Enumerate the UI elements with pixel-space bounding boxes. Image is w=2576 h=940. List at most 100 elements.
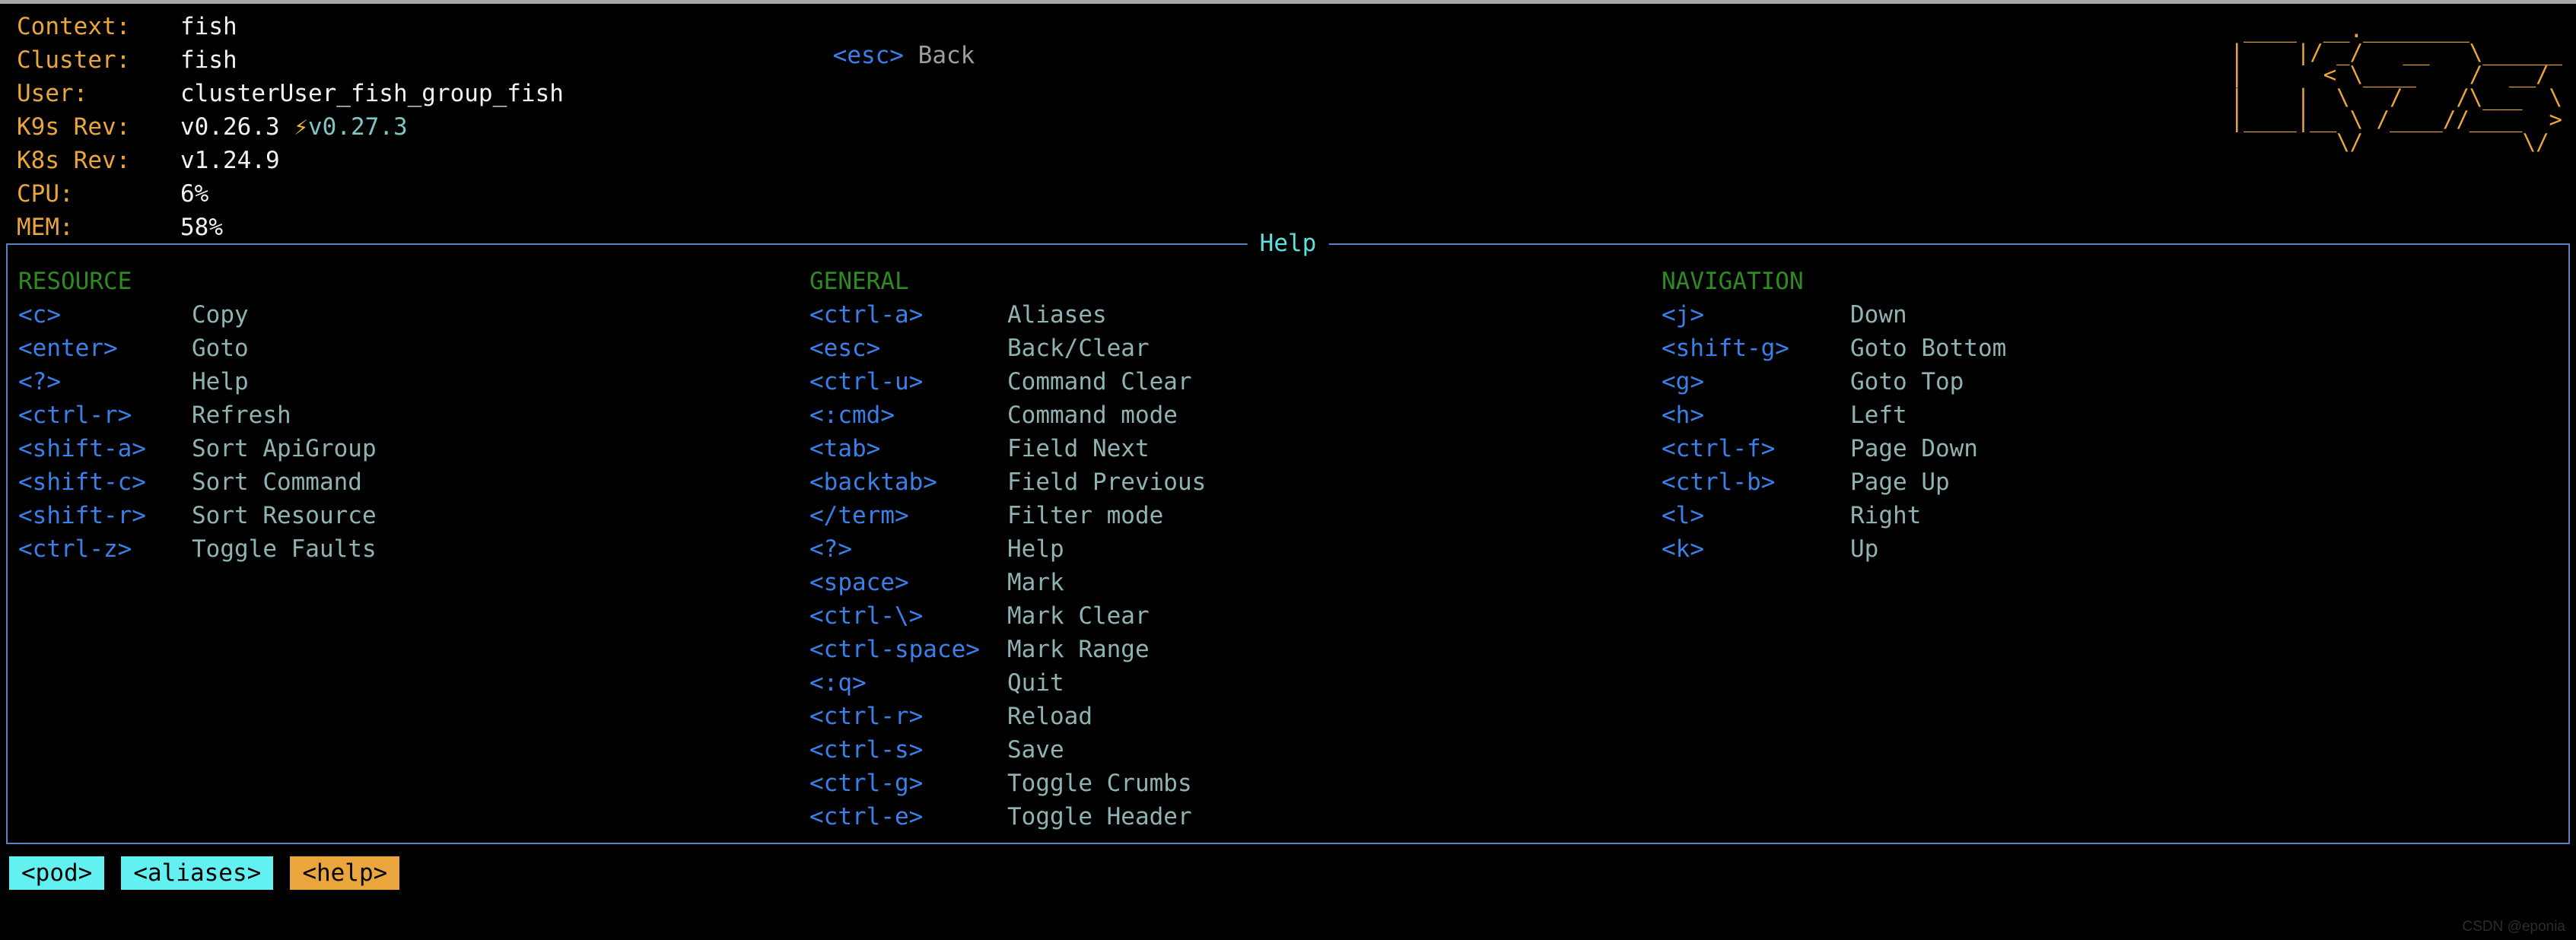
cluster-info-row: User: clusterUser_fish_group_fish [17,77,564,110]
help-hint-row[interactable]: <shift-r> Sort Resource [18,499,799,532]
help-hint-key: <shift-r> [18,502,146,529]
help-hint-key: <ctrl-r> [18,402,132,429]
help-panel-title: Help [1247,228,1329,259]
help-hint-description: Goto Top [1850,368,1964,395]
help-hint-description: Back/Clear [1007,335,1150,362]
help-hint-key: <c> [18,301,61,329]
help-hint-row[interactable]: <ctrl-b> Page Up [1662,465,2503,499]
help-hint-description: Quit [1007,669,1064,697]
help-hint-row[interactable]: <c> Copy [18,298,799,332]
cluster-info-value: 58% [180,214,223,241]
help-hint-row[interactable]: <esc> Back/Clear [809,332,1651,365]
help-hint-row[interactable]: <h> Left [1662,399,2503,432]
help-hint-description: Sort Resource [192,502,377,529]
help-hint-row[interactable]: <shift-a> Sort ApiGroup [18,432,799,465]
cluster-info-row: CPU: 6% [17,177,564,211]
breadcrumb-item[interactable]: <help> [290,856,400,890]
help-hint-description: Up [1850,535,1879,563]
help-hint-description: Command Clear [1007,368,1192,395]
help-hint-row[interactable]: <shift-c> Sort Command [18,465,799,499]
help-hint-row[interactable]: <ctrl-\> Mark Clear [809,599,1651,633]
help-hint-description: Field Previous [1007,468,1207,496]
help-hint-row[interactable]: <backtab> Field Previous [809,465,1651,499]
help-hint-row[interactable]: <l> Right [1662,499,2503,532]
help-column-heading: RESOURCE [18,268,132,295]
help-hint-description: Sort ApiGroup [192,435,377,462]
help-hint-description: Toggle Header [1007,803,1192,830]
cluster-info-value: fish [180,46,237,74]
help-hint-row[interactable]: <shift-g> Goto Bottom [1662,332,2503,365]
help-hint-row[interactable]: <enter> Goto [18,332,799,365]
help-hint-row[interactable]: <ctrl-f> Page Down [1662,432,2503,465]
help-hint-key: <ctrl-b> [1662,468,1776,496]
help-hint-row[interactable]: <j> Down [1662,298,2503,332]
help-hint-key: <ctrl-g> [809,770,924,797]
help-hint-row[interactable]: <ctrl-r> Reload [809,700,1651,733]
breadcrumb-item[interactable]: <pod> [9,856,105,890]
help-hint-description: Left [1850,402,1907,429]
help-hint-row[interactable]: <space> Mark [809,566,1651,599]
help-hint-row[interactable]: <ctrl-z> Toggle Faults [18,532,799,566]
help-column-heading: GENERAL [809,268,909,295]
help-hint-row[interactable]: <tab> Field Next [809,432,1651,465]
cluster-info-label: MEM: [17,214,74,241]
cluster-info-label: Cluster: [17,46,131,74]
help-hint-description: Mark Range [1007,636,1150,663]
help-hint-key: <g> [1662,368,1704,395]
help-hint-key: <enter> [18,335,118,362]
cluster-info-value: fish [180,13,237,40]
help-hint-key: <ctrl-space> [809,636,980,663]
help-hint-key: <ctrl-s> [809,736,924,764]
esc-hint-spacer [904,42,918,69]
help-hint-row[interactable]: <:cmd> Command mode [809,399,1651,432]
help-hint-key: <ctrl-z> [18,535,132,563]
help-hint-row[interactable]: <ctrl-e> Toggle Header [809,800,1651,834]
help-hint-description: Help [192,368,249,395]
watermark: CSDN @eponia [2462,919,2565,935]
help-hint-key: <l> [1662,502,1704,529]
k9s-header: Context: fish Cluster: fish User: clusterUser… [0,4,2576,241]
help-hint-key: <ctrl-a> [809,301,924,329]
help-hint-row[interactable]: <:q> Quit [809,666,1651,700]
help-hint-row[interactable]: <ctrl-space> Mark Range [809,633,1651,666]
help-columns: RESOURCE <c> Copy <enter> Goto <?> Help <ctrl-r… [8,265,2568,862]
help-hint-description: Copy [192,301,249,329]
help-hint-key: <:q> [809,669,867,697]
help-hint-key: <:cmd> [809,402,895,429]
help-hint-description: Page Down [1850,435,1978,462]
cluster-info-row: MEM: 58% [17,211,564,244]
help-hint-key: <?> [809,535,852,563]
help-hint-key: <j> [1662,301,1704,329]
help-hint-description: Down [1850,301,1907,329]
cluster-info-label: CPU: [17,180,74,208]
rev-spacer [280,113,294,141]
lightning-bolt-icon: ⚡ [294,113,308,141]
help-column-general: GENERAL <ctrl-a> Aliases <esc> Back/Clear <ct… [799,265,1651,862]
help-hint-row[interactable]: <g> Goto Top [1662,365,2503,399]
help-panel: Help RESOURCE <c> Copy <enter> Goto <?> Help <c… [6,228,2570,844]
esc-back-hint[interactable]: <esc> Back [776,14,975,97]
cluster-info-row: K8s Rev: v1.24.9 [17,144,564,177]
help-hint-description: Mark [1007,569,1064,596]
esc-key-label: <esc> [832,42,904,69]
help-hint-description: Toggle Crumbs [1007,770,1192,797]
breadcrumb-item[interactable]: <aliases> [121,856,274,890]
help-hint-key: <ctrl-f> [1662,435,1776,462]
help-hint-key: <backtab> [809,468,937,496]
help-hint-row[interactable]: <ctrl-s> Save [809,733,1651,767]
help-hint-description: Save [1007,736,1064,764]
help-hint-description: Mark Clear [1007,602,1150,630]
cluster-info-label: K8s Rev: [17,147,131,174]
help-hint-key: <ctrl-e> [809,803,924,830]
help-hint-key: <ctrl-r> [809,703,924,730]
help-hint-row[interactable]: </term> Filter mode [809,499,1651,532]
help-hint-row[interactable]: <?> Help [809,532,1651,566]
help-hint-row[interactable]: <ctrl-a> Aliases [809,298,1651,332]
help-hint-row[interactable]: <?> Help [18,365,799,399]
cluster-info-value: 6% [180,180,209,208]
cluster-info-label: User: [17,80,88,107]
help-hint-row[interactable]: <ctrl-g> Toggle Crumbs [809,767,1651,800]
help-hint-row[interactable]: <k> Up [1662,532,2503,566]
help-hint-row[interactable]: <ctrl-u> Command Clear [809,365,1651,399]
help-hint-row[interactable]: <ctrl-r> Refresh [18,399,799,432]
